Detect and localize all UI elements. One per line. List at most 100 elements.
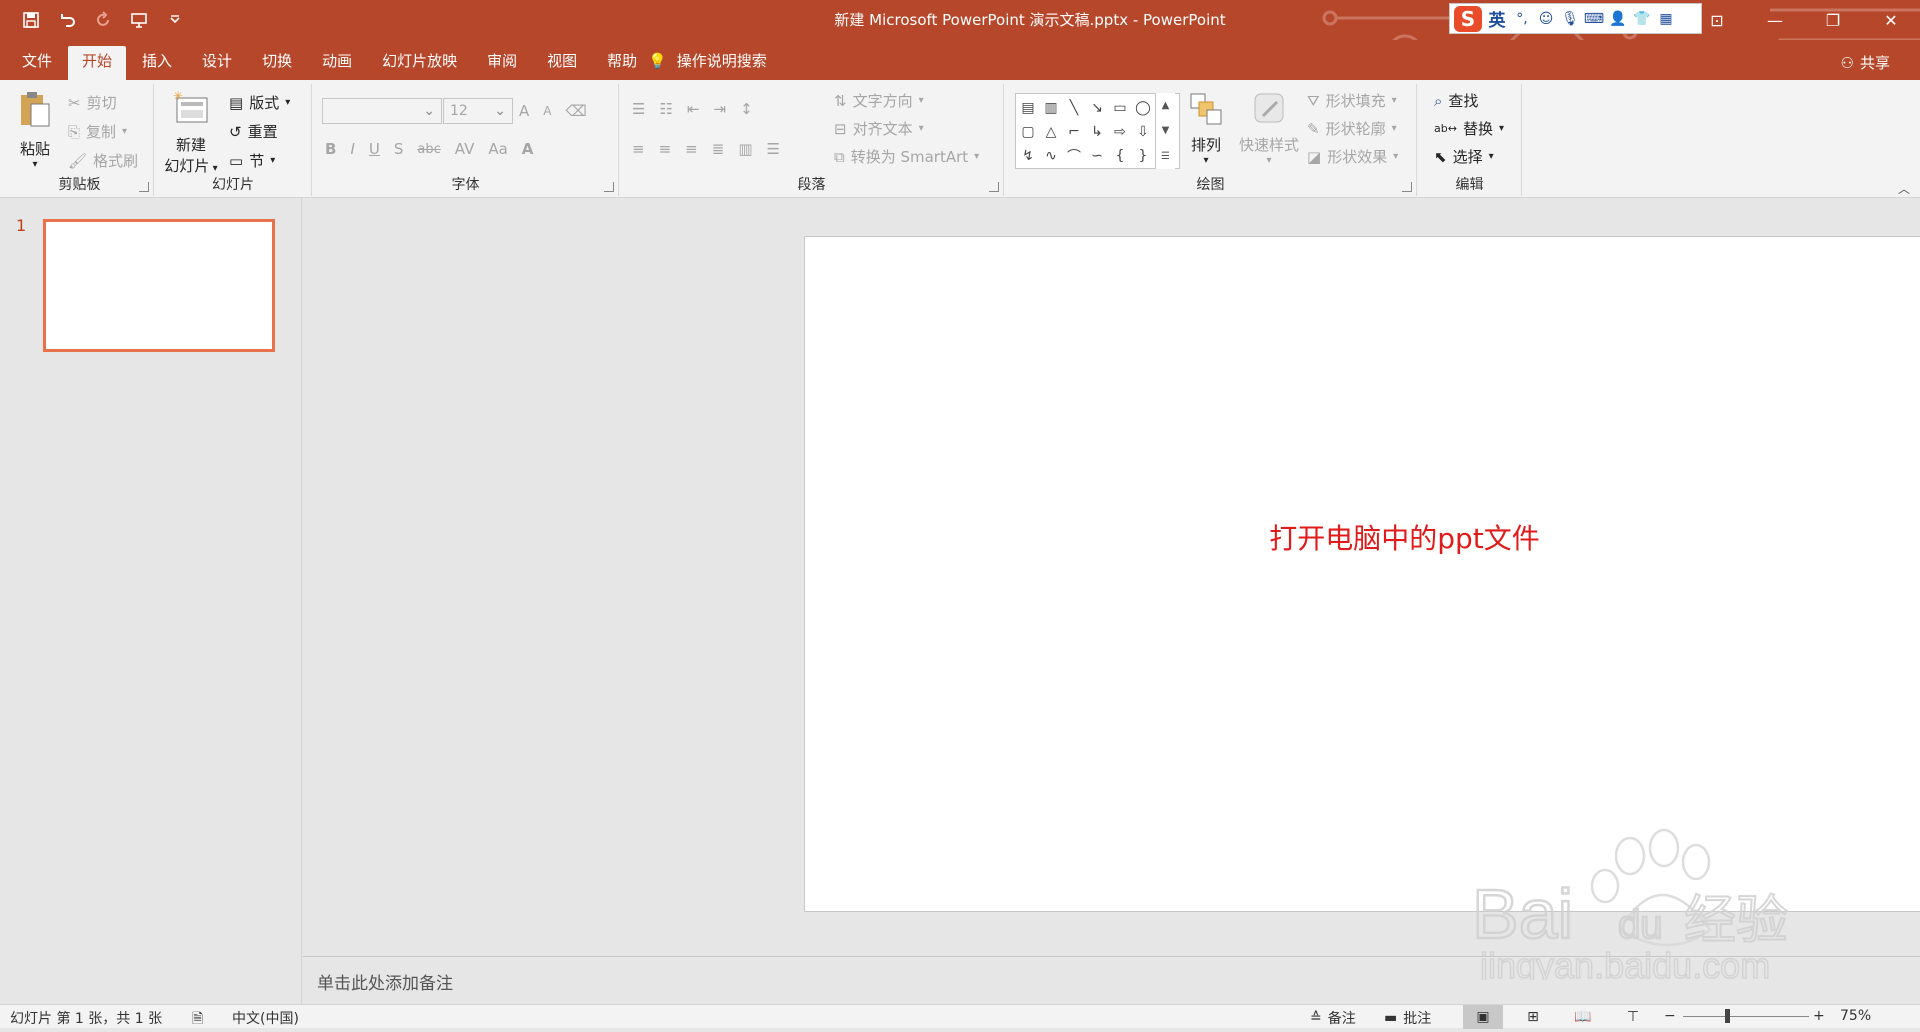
cut-button[interactable]: ✂ 剪切	[68, 92, 117, 113]
tab-view[interactable]: 视图	[533, 46, 591, 80]
char-spacing-button[interactable]: AV	[455, 140, 475, 158]
tab-slideshow[interactable]: 幻灯片放映	[368, 46, 471, 80]
collapse-ribbon-icon[interactable]: ︿	[1898, 180, 1910, 197]
right-arrow-icon[interactable]: ⇨	[1110, 120, 1130, 144]
underline-button[interactable]: U	[369, 140, 380, 158]
restore-button[interactable]: ❐	[1804, 0, 1862, 40]
ime-punct[interactable]: °,	[1512, 9, 1532, 29]
slide-text[interactable]: 打开电脑中的ppt文件	[805, 517, 1920, 557]
change-case-button[interactable]: Aa	[488, 140, 507, 158]
triangle-icon[interactable]: △	[1041, 120, 1061, 144]
comments-button[interactable]: ▬ 批注	[1384, 1008, 1431, 1028]
connector-icon[interactable]: ⌐	[1064, 120, 1084, 144]
slide-canvas[interactable]: 打开电脑中的ppt文件	[804, 236, 1920, 912]
slide-info[interactable]: 幻灯片 第 1 张，共 1 张	[10, 1008, 162, 1028]
text-direction-button[interactable]: ⇅ 文字方向 ▾	[834, 90, 924, 111]
redo-button[interactable]	[88, 6, 118, 34]
smartart-button[interactable]: ⧉ 转换为 SmartArt ▾	[834, 146, 979, 167]
decrease-indent-icon[interactable]: ⇤	[687, 100, 700, 118]
justify-icon[interactable]: ≣	[712, 140, 725, 158]
new-slide-button[interactable]: ✳ 新建 幻灯片 ▾	[161, 89, 221, 176]
arc-icon[interactable]: ⌒	[1064, 144, 1084, 168]
shape-fill-button[interactable]: ⛛ 形状填充 ▾	[1307, 90, 1397, 111]
ime-mode[interactable]: 英	[1486, 6, 1508, 31]
clear-format-icon[interactable]: ⌫	[565, 102, 586, 120]
notes-button[interactable]: ≙ 备注	[1310, 1008, 1356, 1028]
tab-home[interactable]: 开始	[68, 46, 127, 80]
scribble-icon[interactable]: ∿	[1041, 144, 1061, 168]
para-align-icon[interactable]: ☰	[767, 140, 780, 158]
quick-styles-button[interactable]: 快速样式 ▾	[1237, 92, 1301, 166]
italic-button[interactable]: I	[350, 140, 354, 158]
bold-button[interactable]: B	[325, 140, 336, 158]
close-button[interactable]: ✕	[1862, 0, 1920, 40]
arrow-line-icon[interactable]: ↘	[1087, 96, 1107, 120]
zoom-in-button[interactable]: +	[1813, 1008, 1825, 1024]
font-launcher[interactable]	[604, 182, 614, 192]
text-shadow-button[interactable]: S	[394, 140, 404, 158]
font-name-combo[interactable]: ⌄	[322, 98, 442, 124]
font-color-button[interactable]: A	[522, 140, 534, 158]
slide-thumbnail[interactable]	[43, 219, 275, 352]
language-indicator[interactable]: 中文(中国)	[232, 1008, 299, 1028]
columns-icon[interactable]: ▥	[738, 140, 752, 158]
zoom-level[interactable]: 75%	[1840, 1008, 1871, 1024]
left-brace-icon[interactable]: {	[1110, 144, 1130, 168]
start-slideshow-button[interactable]	[124, 6, 154, 34]
shrink-font-icon[interactable]: A	[543, 104, 551, 118]
line-icon[interactable]: ╲	[1064, 96, 1084, 120]
clipboard-launcher[interactable]	[139, 182, 149, 192]
textbox-icon[interactable]: ▤	[1018, 96, 1038, 120]
save-button[interactable]	[16, 6, 46, 34]
undo-button[interactable]	[52, 6, 82, 34]
line-spacing-icon[interactable]: ↕	[740, 100, 753, 118]
user-icon[interactable]: 👤	[1608, 9, 1628, 29]
scroll-down-icon[interactable]: ▼	[1162, 125, 1170, 136]
bullets-icon[interactable]: ☰	[632, 100, 645, 118]
zoom-slider-track[interactable]	[1683, 1016, 1809, 1017]
increase-indent-icon[interactable]: ⇥	[713, 100, 726, 118]
copy-button[interactable]: ⎘ 复制 ▾	[68, 121, 127, 142]
reset-button[interactable]: ↺ 重置	[229, 121, 278, 142]
format-painter-button[interactable]: 🖌 格式刷	[68, 150, 138, 171]
emoji-icon[interactable]: ☺	[1536, 9, 1556, 29]
find-button[interactable]: ⌕ 查找	[1434, 90, 1478, 111]
scroll-up-icon[interactable]: ▲	[1162, 100, 1170, 111]
select-button[interactable]: ⬉ 选择 ▾	[1434, 146, 1494, 167]
zoom-out-button[interactable]: −	[1664, 1008, 1676, 1024]
zoom-slider-thumb[interactable]	[1725, 1009, 1730, 1023]
slideshow-view-button[interactable]: ⊤	[1613, 1005, 1653, 1029]
minimize-button[interactable]: —	[1746, 0, 1804, 40]
shape-outline-button[interactable]: ✎ 形状轮廓 ▾	[1307, 118, 1397, 139]
paste-button[interactable]: 粘贴 ▾	[14, 90, 56, 170]
strikethrough-button[interactable]: abc	[417, 142, 440, 157]
right-brace-icon[interactable]: }	[1133, 144, 1153, 168]
tab-design[interactable]: 设计	[188, 46, 246, 80]
elbow-arrow-icon[interactable]: ↳	[1087, 120, 1107, 144]
freeform-icon[interactable]: ↯	[1018, 144, 1038, 168]
layout-button[interactable]: ▤ 版式 ▾	[229, 92, 290, 113]
tab-animations[interactable]: 动画	[308, 46, 366, 80]
oval-icon[interactable]: ◯	[1133, 96, 1153, 120]
vertical-textbox-icon[interactable]: ▥	[1041, 96, 1061, 120]
section-button[interactable]: ▭ 节 ▾	[229, 150, 275, 171]
keyboard-icon[interactable]: ⌨	[1584, 9, 1604, 29]
curve-icon[interactable]: ∽	[1087, 144, 1107, 168]
tell-me-search[interactable]: 💡 操作说明搜索	[648, 50, 767, 71]
customize-qat-button[interactable]	[160, 6, 190, 34]
replace-button[interactable]: ab↔ 替换 ▾	[1434, 118, 1504, 139]
numbering-icon[interactable]: ☷	[659, 100, 672, 118]
tab-review[interactable]: 审阅	[473, 46, 531, 80]
shape-effects-button[interactable]: ◪ 形状效果 ▾	[1307, 146, 1398, 167]
align-text-button[interactable]: ⊟ 对齐文本 ▾	[834, 118, 924, 139]
shapes-scroll[interactable]: ▲ ▼ ☰	[1155, 93, 1175, 169]
align-right-icon[interactable]: ≡	[685, 140, 698, 158]
paragraph-launcher[interactable]	[989, 182, 999, 192]
drawing-launcher[interactable]	[1402, 182, 1412, 192]
rectangle-icon[interactable]: ▭	[1110, 96, 1130, 120]
down-arrow-icon[interactable]: ⇩	[1133, 120, 1153, 144]
ribbon-display-icon[interactable]: ⊡	[1688, 0, 1746, 40]
ime-toolbar[interactable]: S 英 °, ☺ 🎙 ⌨ 👤 👕 ▦	[1449, 3, 1702, 34]
expand-gallery-icon[interactable]: ☰	[1161, 151, 1170, 162]
align-center-icon[interactable]: ≡	[659, 140, 672, 158]
